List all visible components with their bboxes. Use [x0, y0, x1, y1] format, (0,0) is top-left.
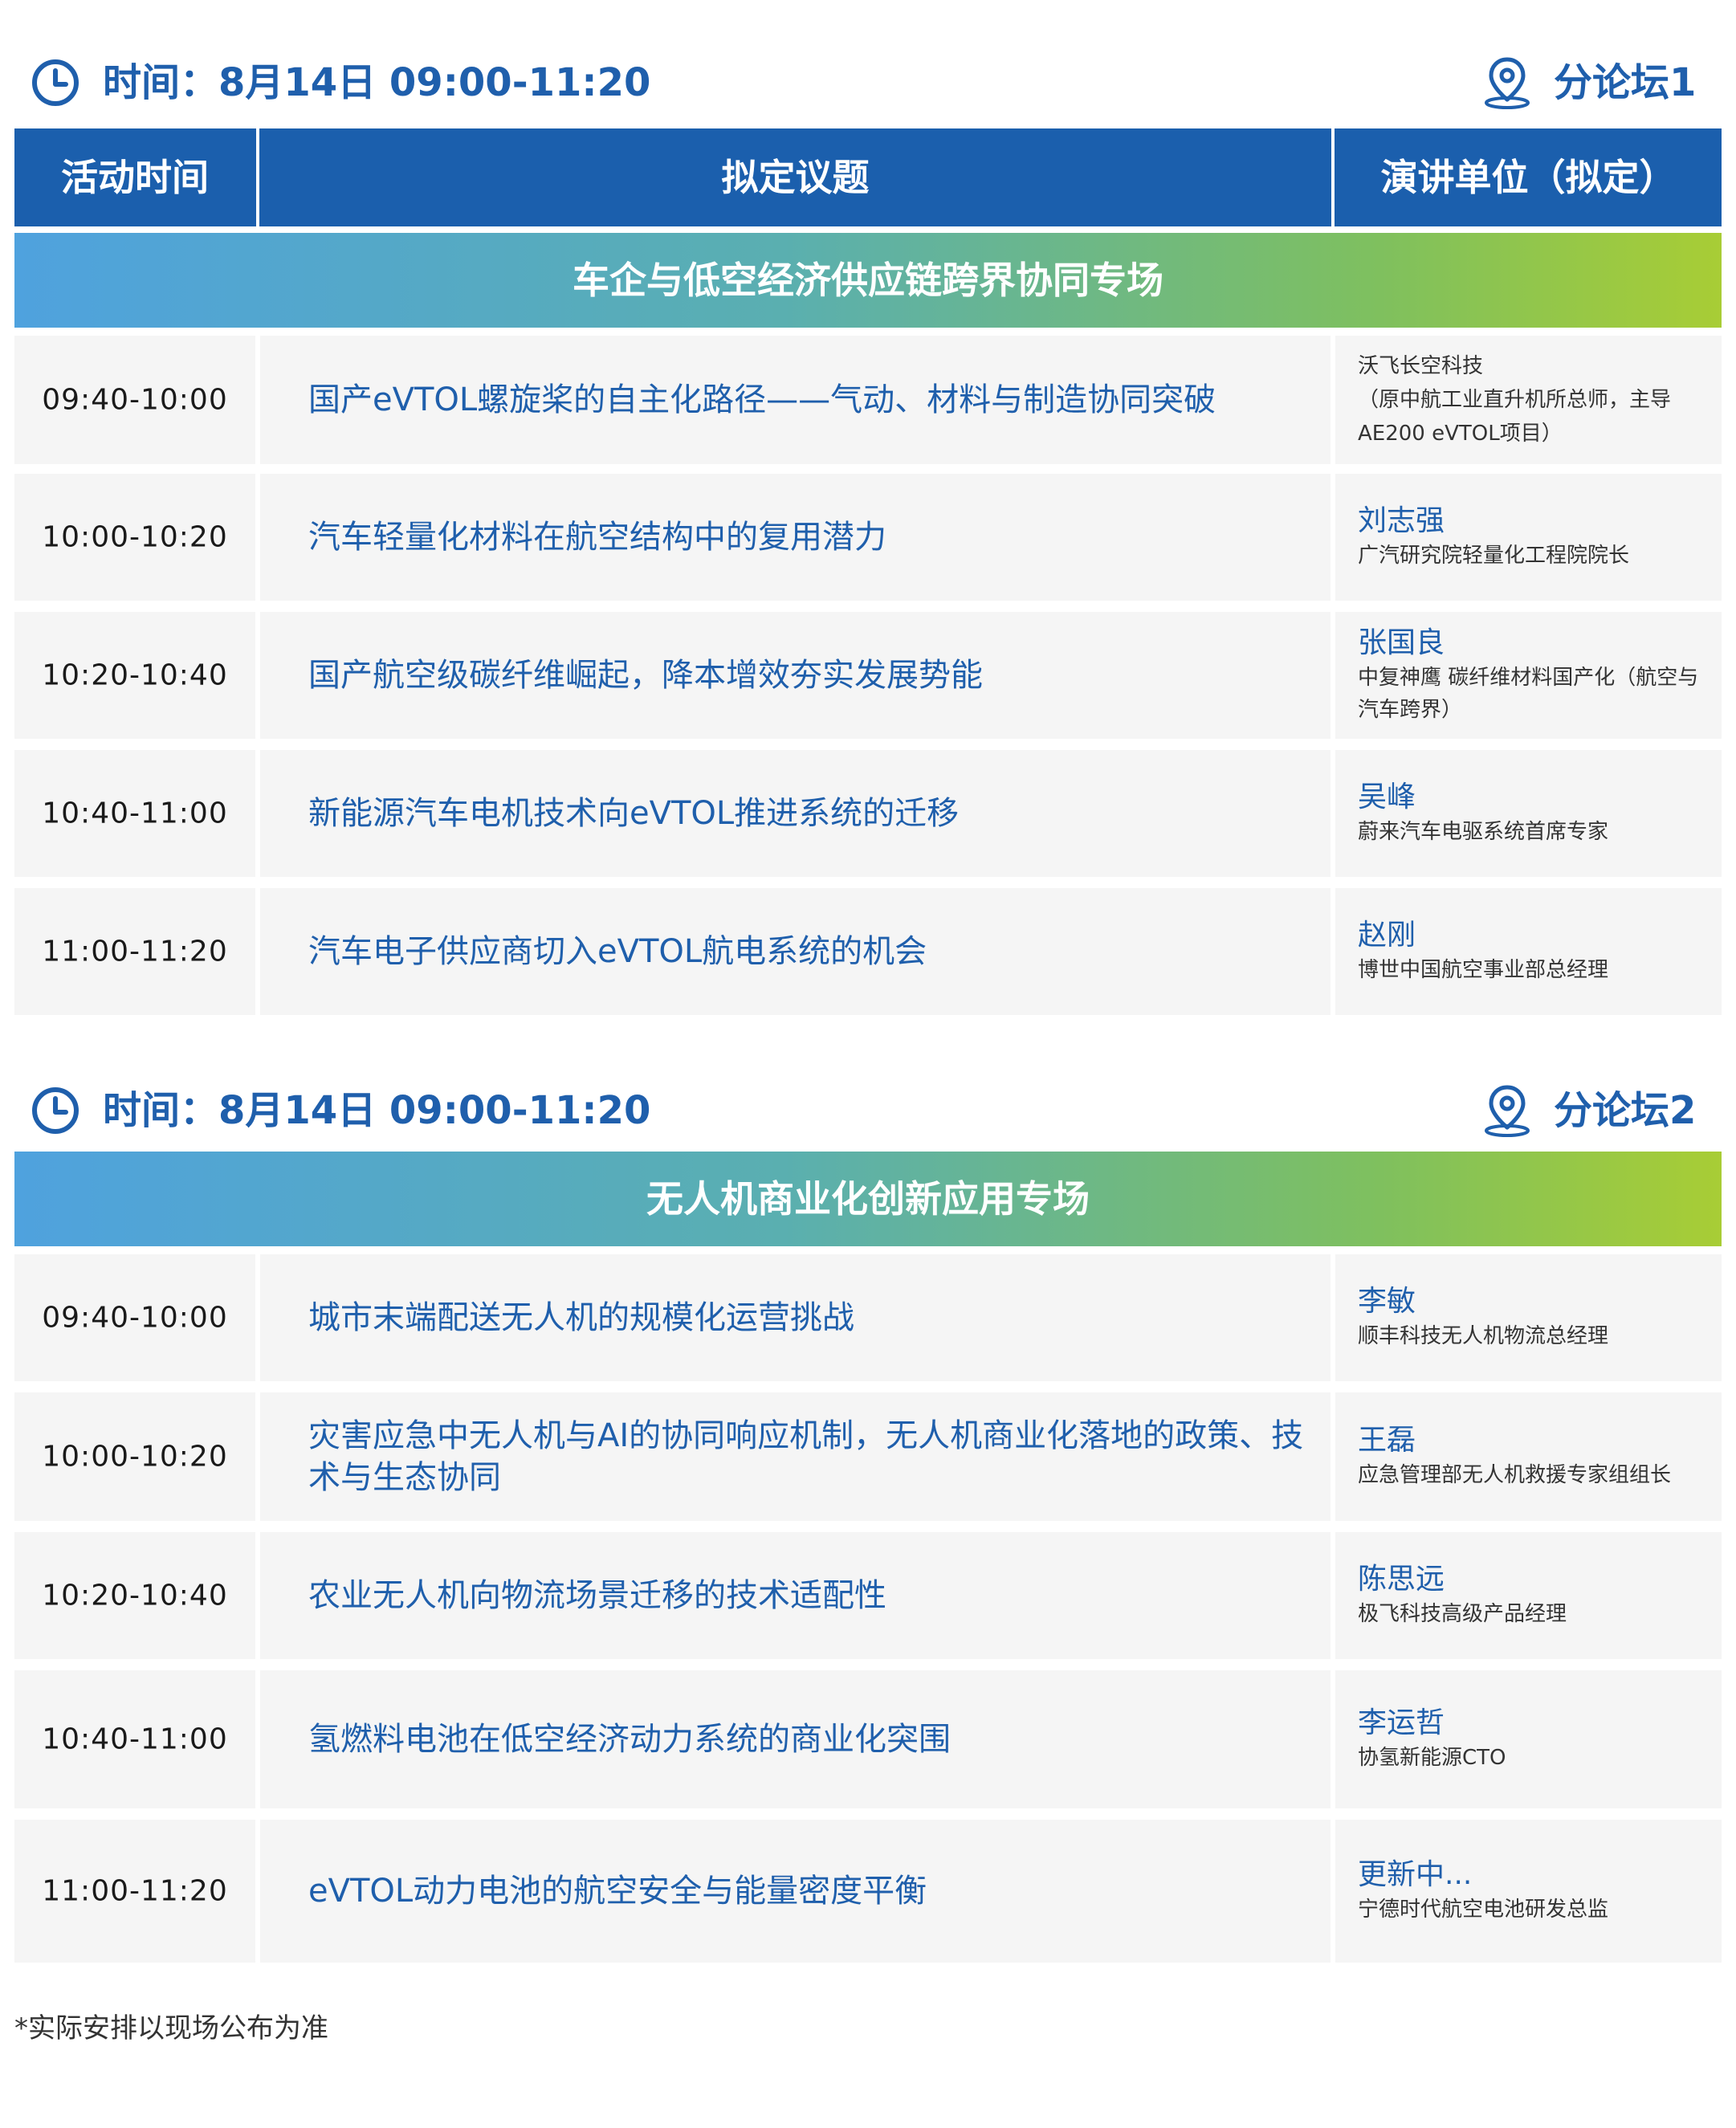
forum-2-time-label: 时间：8月14日 09:00-11:20 — [103, 1088, 651, 1133]
table-row: 10:00-10:20 灾害应急中无人机与AI的协同响应机制，无人机商业化落地的… — [14, 1392, 1722, 1521]
table-row: 10:20-10:40 农业无人机向物流场景迁移的技术适配性 陈思远 极飞科技高… — [14, 1532, 1722, 1659]
speaker-info: 赵刚 博世中国航空事业部总经理 — [1358, 917, 1707, 986]
speaker-title: 中复神鹰 碳纤维材料国产化（航空与汽车跨界） — [1358, 666, 1699, 722]
row-topic: 国产航空级碳纤维崛起，降本增效夯实发展势能 — [308, 657, 983, 694]
header-divider — [1331, 128, 1335, 226]
forum-1-label: 分论坛1 — [1554, 60, 1697, 105]
speaker-info: 陈思远 极飞科技高级产品经理 — [1358, 1561, 1707, 1630]
row-time: 09:40-10:00 — [42, 383, 228, 417]
forum-2-label: 分论坛2 — [1554, 1088, 1697, 1133]
table-row: 11:00-11:20 汽车电子供应商切入eVTOL航电系统的机会 赵刚 博世中… — [14, 888, 1722, 1015]
clock-icon — [32, 1087, 79, 1134]
speaker-title: 博世中国航空事业部总经理 — [1358, 958, 1609, 982]
row-topic: 城市末端配送无人机的规模化运营挑战 — [308, 1299, 854, 1336]
location-pin-icon — [1485, 57, 1530, 109]
table-row: 11:00-11:20 eVTOL动力电池的航空安全与能量密度平衡 更新中...… — [14, 1820, 1722, 1963]
table-row: 10:40-11:00 新能源汽车电机技术向eVTOL推进系统的迁移 吴峰 蔚来… — [14, 750, 1722, 877]
header-speaker: 演讲单位（拟定） — [1380, 156, 1677, 199]
row-time: 11:00-11:20 — [42, 1874, 228, 1908]
table-row: 09:40-10:00 国产eVTOL螺旋桨的自主化路径——气动、材料与制造协同… — [14, 336, 1722, 464]
speaker-name: 陈思远 — [1358, 1563, 1445, 1596]
forum-1-banner: 车企与低空经济供应链跨界协同专场 — [14, 233, 1722, 328]
speaker-title: 沃飞长空科技 （原中航工业直升机所总师，主导AE200 eVTOL项目） — [1358, 354, 1672, 446]
speaker-info: 李运哲 协氢新能源CTO — [1358, 1705, 1707, 1774]
row-topic: 氢燃料电池在低空经济动力系统的商业化突围 — [308, 1721, 951, 1758]
speaker-name: 刘志强 — [1358, 504, 1445, 537]
table-row: 09:40-10:00 城市末端配送无人机的规模化运营挑战 李敏 顺丰科技无人机… — [14, 1254, 1722, 1381]
location-pin-icon — [1485, 1085, 1530, 1137]
speaker-info: 张国良 中复神鹰 碳纤维材料国产化（航空与汽车跨界） — [1358, 625, 1707, 726]
forum-2-banner: 无人机商业化创新应用专场 — [14, 1152, 1722, 1246]
speaker-title: 广汽研究院轻量化工程院院长 — [1358, 544, 1630, 568]
speaker-name: 更新中... — [1358, 1858, 1473, 1891]
forum-1-header: 时间：8月14日 09:00-11:20 分论坛1 — [0, 47, 1736, 119]
speaker-title: 蔚来汽车电驱系统首席专家 — [1358, 820, 1609, 844]
header-divider — [256, 128, 259, 226]
clock-icon — [32, 59, 79, 106]
speaker-name: 赵刚 — [1358, 919, 1416, 952]
footnote: *实际安排以现场公布为准 — [14, 2012, 328, 2044]
speaker-name: 王磊 — [1358, 1424, 1416, 1457]
row-time: 10:00-10:20 — [42, 1440, 228, 1474]
speaker-name: 吴峰 — [1358, 781, 1416, 813]
row-time: 11:00-11:20 — [42, 935, 228, 968]
table-row: 10:20-10:40 国产航空级碳纤维崛起，降本增效夯实发展势能 张国良 中复… — [14, 612, 1722, 739]
speaker-title: 宁德时代航空电池研发总监 — [1358, 1898, 1609, 1922]
speaker-title: 应急管理部无人机救援专家组组长 — [1358, 1463, 1672, 1487]
row-time: 10:20-10:40 — [42, 1579, 228, 1612]
row-time: 10:00-10:20 — [42, 520, 228, 554]
speaker-title: 协氢新能源CTO — [1358, 1746, 1506, 1770]
speaker-name: 张国良 — [1358, 626, 1445, 659]
row-topic: 汽车电子供应商切入eVTOL航电系统的机会 — [308, 933, 927, 970]
speaker-info: 更新中... 宁德时代航空电池研发总监 — [1358, 1857, 1707, 1926]
forum-2-header: 时间：8月14日 09:00-11:20 分论坛2 — [0, 1074, 1736, 1147]
speaker-info: 沃飞长空科技 （原中航工业直升机所总师，主导AE200 eVTOL项目） — [1358, 349, 1707, 450]
speaker-name: 李运哲 — [1358, 1706, 1445, 1739]
row-time: 10:40-11:00 — [42, 1722, 228, 1756]
row-time: 09:40-10:00 — [42, 1301, 228, 1335]
table-row: 10:00-10:20 汽车轻量化材料在航空结构中的复用潜力 刘志强 广汽研究院… — [14, 474, 1722, 601]
row-topic: eVTOL动力电池的航空安全与能量密度平衡 — [308, 1873, 927, 1910]
header-time: 活动时间 — [61, 156, 209, 199]
row-topic: 汽车轻量化材料在航空结构中的复用潜力 — [308, 519, 886, 556]
row-topic: 国产eVTOL螺旋桨的自主化路径——气动、材料与制造协同突破 — [308, 381, 1216, 418]
table-row: 10:40-11:00 氢燃料电池在低空经济动力系统的商业化突围 李运哲 协氢新… — [14, 1670, 1722, 1808]
table-header: 活动时间 拟定议题 演讲单位（拟定） — [14, 128, 1722, 226]
forum-1-time-label: 时间：8月14日 09:00-11:20 — [103, 60, 651, 105]
row-time: 10:20-10:40 — [42, 658, 228, 692]
speaker-info: 刘志强 广汽研究院轻量化工程院院长 — [1358, 503, 1707, 572]
speaker-info: 吴峰 蔚来汽车电驱系统首席专家 — [1358, 779, 1707, 848]
row-topic: 农业无人机向物流场景迁移的技术适配性 — [308, 1577, 886, 1614]
row-time: 10:40-11:00 — [42, 797, 228, 830]
row-topic: 灾害应急中无人机与AI的协同响应机制，无人机商业化落地的政策、技术与生态协同 — [308, 1417, 1304, 1496]
row-topic: 新能源汽车电机技术向eVTOL推进系统的迁移 — [308, 795, 960, 832]
speaker-name: 李敏 — [1358, 1285, 1416, 1318]
header-topic: 拟定议题 — [721, 156, 870, 199]
speaker-title: 顺丰科技无人机物流总经理 — [1358, 1324, 1609, 1348]
speaker-title: 极飞科技高级产品经理 — [1358, 1602, 1567, 1626]
speaker-info: 李敏 顺丰科技无人机物流总经理 — [1358, 1283, 1707, 1352]
speaker-info: 王磊 应急管理部无人机救援专家组组长 — [1358, 1422, 1707, 1491]
